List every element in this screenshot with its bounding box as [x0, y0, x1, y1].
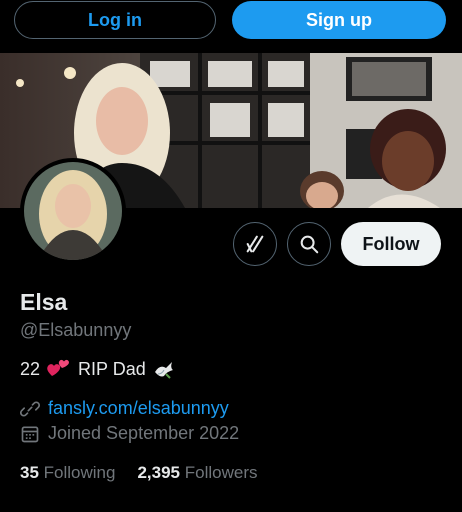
profile-name: Elsa — [20, 289, 68, 315]
profile-joined-row: Joined September 2022 — [20, 423, 239, 444]
followers-count: 2,395 — [137, 463, 181, 482]
following-label: Following — [43, 463, 116, 482]
joined-date: Joined September 2022 — [48, 423, 240, 443]
link-icon — [20, 400, 40, 417]
profile-link[interactable]: fansly.com/elsabunnyy — [48, 398, 229, 419]
grok-icon — [246, 235, 264, 253]
followers-link[interactable]: 2,395 Followers — [137, 463, 257, 483]
follow-button[interactable]: Follow — [341, 222, 441, 266]
profile-bio: 22 RIP Dad — [20, 358, 176, 380]
profile-handle: @Elsabunnyy — [20, 320, 132, 340]
profile-avatar[interactable] — [20, 158, 126, 264]
dove-icon — [154, 362, 173, 379]
hearts-icon — [47, 359, 70, 376]
followers-label: Followers — [184, 463, 258, 482]
search-button[interactable] — [287, 222, 331, 266]
follow-stats: 35 Following 2,395 Followers — [20, 463, 258, 483]
search-icon — [300, 235, 319, 254]
bio-text: RIP Dad — [78, 358, 146, 379]
bio-age: 22 — [20, 358, 41, 379]
login-button[interactable]: Log in — [14, 1, 216, 39]
grok-button[interactable] — [233, 222, 277, 266]
following-count: 35 — [20, 463, 39, 482]
signup-button[interactable]: Sign up — [232, 1, 446, 39]
following-link[interactable]: 35 Following — [20, 463, 115, 483]
profile-link-row: fansly.com/elsabunnyy — [20, 398, 229, 419]
calendar-icon — [21, 426, 39, 442]
